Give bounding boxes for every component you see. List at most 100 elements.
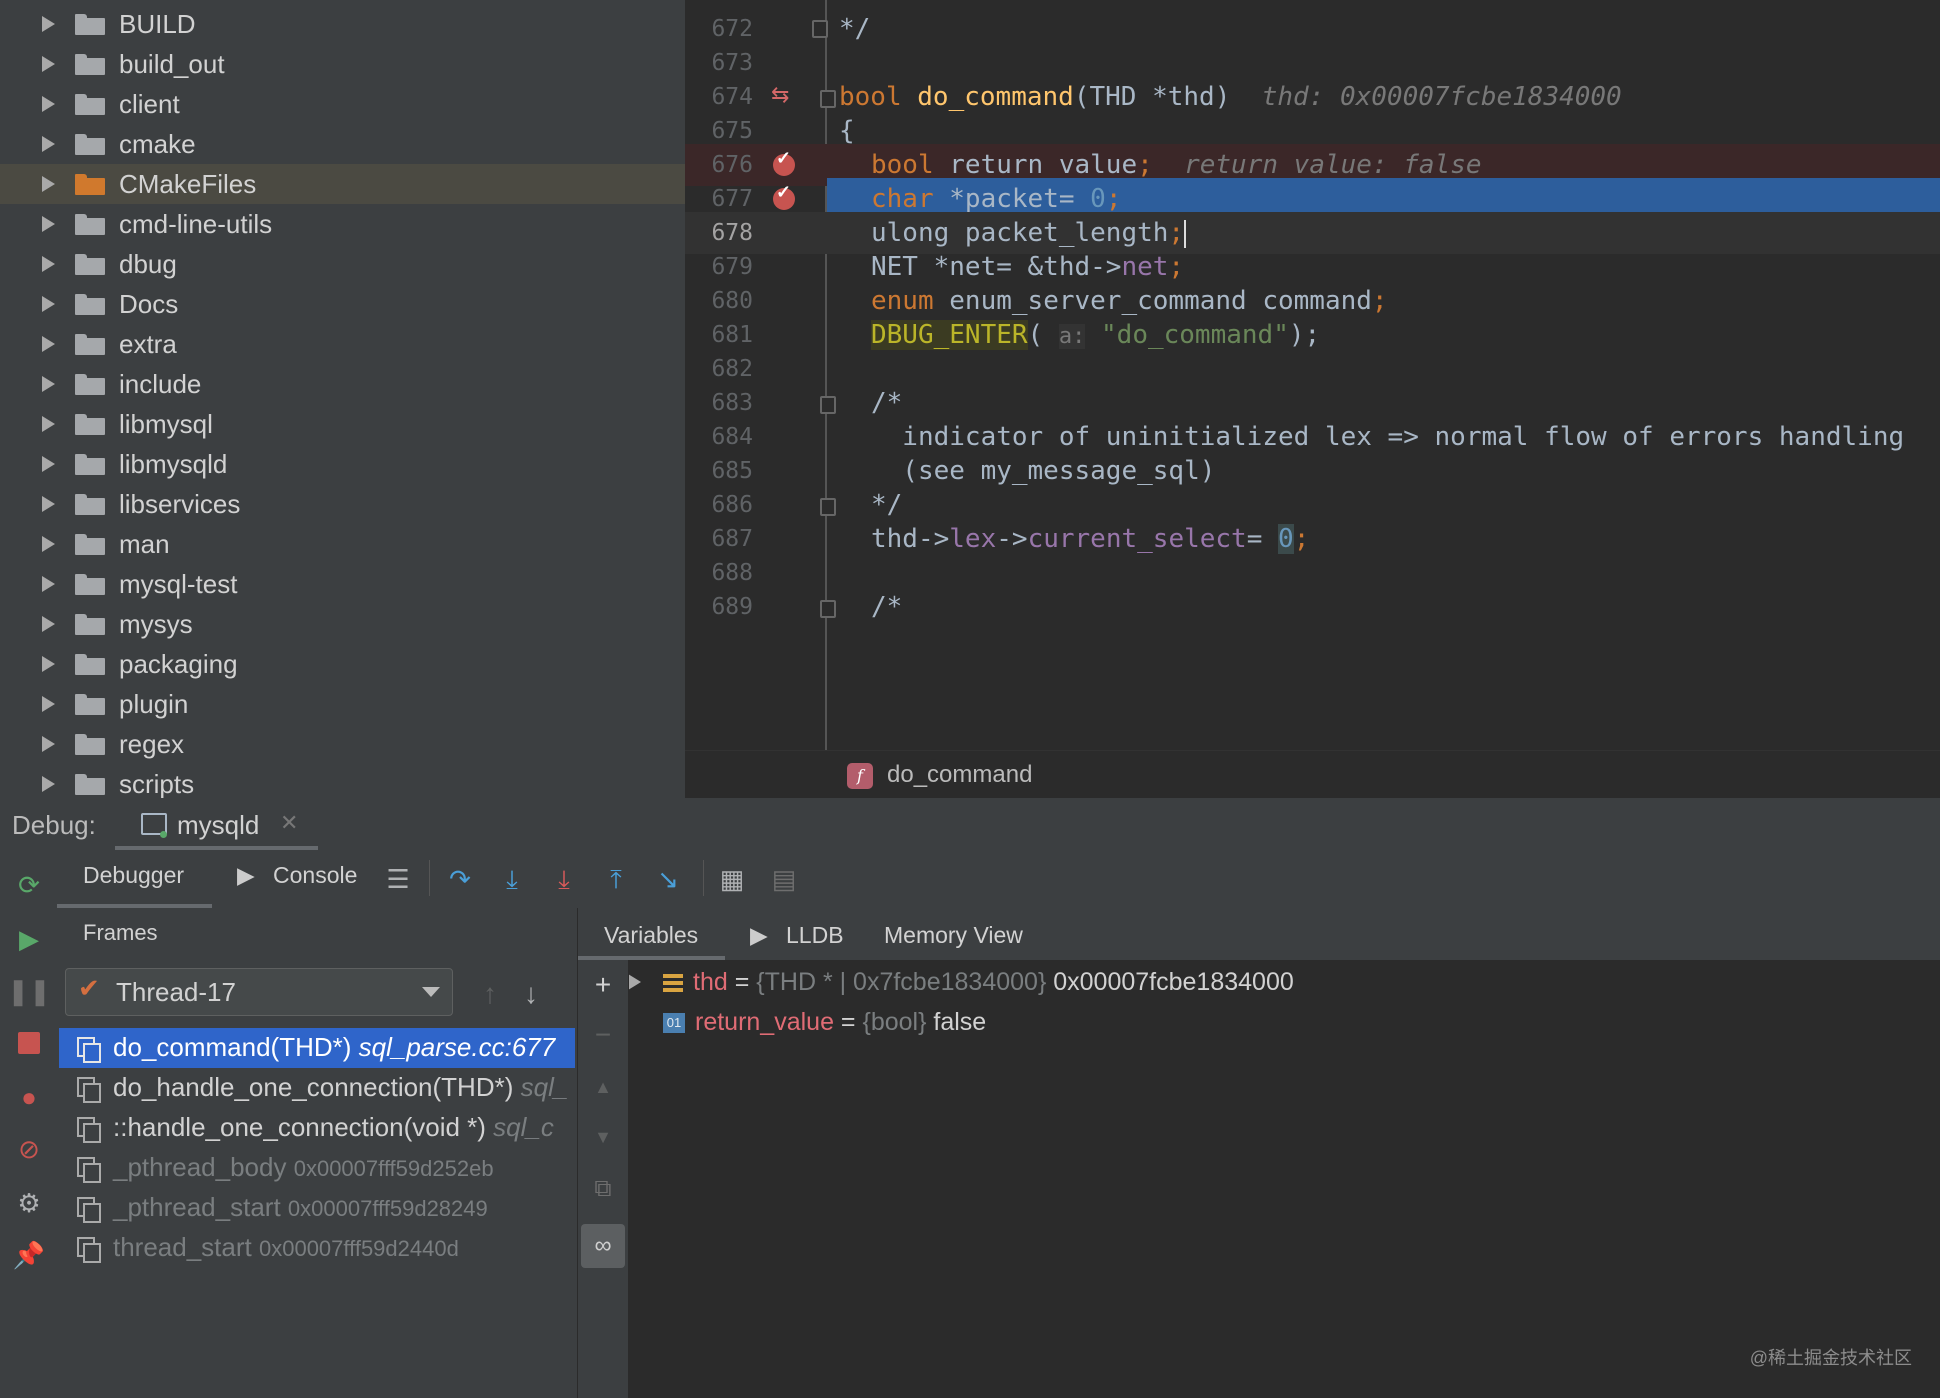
tree-folder-item[interactable]: extra bbox=[0, 324, 685, 364]
fold-marker-icon[interactable] bbox=[820, 396, 836, 414]
tree-folder-item[interactable]: scripts bbox=[0, 764, 685, 798]
frame-address: 0x00007fff59d2440d bbox=[258, 1236, 459, 1261]
arrow-down-icon[interactable]: ↓ bbox=[524, 978, 538, 1010]
tree-folder-item[interactable]: include bbox=[0, 364, 685, 404]
breakpoint-icon[interactable] bbox=[773, 148, 795, 176]
breakpoint-icon[interactable] bbox=[773, 182, 795, 210]
tree-folder-item[interactable]: plugin bbox=[0, 684, 685, 724]
expand-arrow-icon[interactable] bbox=[42, 576, 55, 592]
run-to-cursor-icon[interactable]: ↘ bbox=[653, 864, 683, 894]
step-over-icon[interactable]: ↷ bbox=[445, 864, 475, 894]
step-into-icon[interactable]: ⤓ bbox=[497, 864, 527, 894]
tree-folder-item[interactable]: cmake bbox=[0, 124, 685, 164]
expand-arrow-icon[interactable] bbox=[42, 536, 55, 552]
editor-breadcrumb[interactable]: f do_command bbox=[685, 750, 1940, 799]
evaluate-expression-icon[interactable]: ▦ bbox=[717, 864, 747, 894]
expand-arrow-icon[interactable] bbox=[42, 696, 55, 712]
struct-icon bbox=[663, 974, 683, 993]
tree-folder-item[interactable]: cmd-line-utils bbox=[0, 204, 685, 244]
copy-icon[interactable]: ⧉ bbox=[588, 1174, 618, 1204]
tree-folder-item[interactable]: libmysql bbox=[0, 404, 685, 444]
code-line[interactable]: 689 /* bbox=[685, 586, 1940, 628]
tree-folder-item[interactable]: Docs bbox=[0, 284, 685, 324]
stack-frame[interactable]: thread_start 0x00007fff59d2440d bbox=[59, 1228, 577, 1268]
fold-marker-icon[interactable] bbox=[820, 600, 836, 618]
debug-session-tab[interactable]: mysqld ✕ bbox=[115, 798, 318, 850]
mute-breakpoints-icon[interactable]: ⊘ bbox=[14, 1134, 44, 1164]
expand-arrow-icon[interactable] bbox=[42, 96, 55, 112]
tab-debugger[interactable]: Debugger bbox=[83, 862, 184, 889]
folder-icon bbox=[75, 613, 105, 635]
expand-arrow-icon[interactable] bbox=[42, 376, 55, 392]
add-watch-icon[interactable]: + bbox=[588, 970, 618, 1000]
force-step-into-icon[interactable]: ⤓ bbox=[549, 864, 579, 894]
move-down-icon[interactable]: ▼ bbox=[588, 1122, 618, 1152]
stack-frame[interactable]: _pthread_body 0x00007fff59d252eb bbox=[59, 1148, 577, 1188]
thread-selector[interactable]: ✔ Thread-17 bbox=[65, 968, 453, 1016]
remove-watch-icon[interactable]: − bbox=[588, 1020, 618, 1050]
tab-lldb[interactable]: LLDB bbox=[786, 922, 844, 949]
rerun-icon[interactable]: ⟳ bbox=[14, 870, 44, 900]
fold-marker-icon[interactable] bbox=[812, 20, 828, 38]
breadcrumb-function[interactable]: do_command bbox=[887, 761, 1032, 789]
expand-arrow-icon[interactable] bbox=[42, 16, 55, 32]
pause-icon[interactable]: ❚❚ bbox=[7, 976, 51, 1006]
stop-icon[interactable] bbox=[14, 1028, 44, 1058]
expand-arrow-icon[interactable] bbox=[42, 456, 55, 472]
expand-arrow-icon[interactable] bbox=[42, 296, 55, 312]
tree-folder-item[interactable]: regex bbox=[0, 724, 685, 764]
pin-icon[interactable]: 📌 bbox=[13, 1240, 45, 1270]
fold-marker-icon[interactable] bbox=[820, 498, 836, 516]
tree-folder-item[interactable]: dbug bbox=[0, 244, 685, 284]
variable-row[interactable]: 01 return_value = {bool} false bbox=[663, 1008, 986, 1048]
override-arrows-icon[interactable]: ⇆ bbox=[771, 82, 789, 108]
trace-icon[interactable]: ▤ bbox=[769, 864, 799, 894]
tree-folder-item[interactable]: libservices bbox=[0, 484, 685, 524]
tab-console[interactable]: Console bbox=[273, 862, 357, 889]
expand-arrow-icon[interactable] bbox=[42, 736, 55, 752]
variable-row[interactable]: thd = {THD * | 0x7fcbe1834000} 0x00007fc… bbox=[628, 968, 1294, 1008]
expand-arrow-icon[interactable] bbox=[42, 656, 55, 672]
stack-frame[interactable]: ::handle_one_connection(void *) sql_c bbox=[59, 1108, 577, 1148]
stack-frame[interactable]: do_command(THD*) sql_parse.cc:677 bbox=[59, 1028, 575, 1068]
tab-memory-view[interactable]: Memory View bbox=[884, 922, 1023, 949]
folder-icon bbox=[75, 213, 105, 235]
show-execution-point-icon[interactable]: ☰ bbox=[383, 864, 413, 894]
tree-folder-item[interactable]: BUILD bbox=[0, 4, 685, 44]
arrow-up-icon[interactable]: ↑ bbox=[483, 978, 497, 1010]
expand-arrow-icon[interactable] bbox=[42, 56, 55, 72]
expand-arrow-icon[interactable] bbox=[42, 176, 55, 192]
expand-arrow-icon[interactable] bbox=[42, 136, 55, 152]
watches-glasses-icon[interactable]: ∞ bbox=[581, 1224, 625, 1268]
view-breakpoints-icon[interactable]: ● bbox=[14, 1082, 44, 1112]
expand-arrow-icon[interactable] bbox=[42, 216, 55, 232]
expand-arrow-icon[interactable] bbox=[628, 974, 641, 990]
step-out-icon[interactable]: ⤒ bbox=[601, 864, 631, 894]
tab-variables[interactable]: Variables bbox=[604, 922, 698, 949]
stack-frame[interactable]: _pthread_start 0x00007fff59d28249 bbox=[59, 1188, 577, 1228]
expand-arrow-icon[interactable] bbox=[42, 256, 55, 272]
tree-folder-item[interactable]: build_out bbox=[0, 44, 685, 84]
expand-arrow-icon[interactable] bbox=[42, 496, 55, 512]
expand-arrow-icon[interactable] bbox=[42, 616, 55, 632]
tree-folder-item[interactable]: man bbox=[0, 524, 685, 564]
tree-folder-item[interactable]: CMakeFiles bbox=[0, 164, 685, 204]
fold-marker-icon[interactable] bbox=[820, 90, 836, 108]
tree-folder-item[interactable]: packaging bbox=[0, 644, 685, 684]
folder-icon bbox=[75, 773, 105, 795]
gear-icon[interactable]: ⚙ bbox=[14, 1188, 44, 1218]
tree-folder-item[interactable]: mysys bbox=[0, 604, 685, 644]
expand-arrow-icon[interactable] bbox=[42, 416, 55, 432]
expand-arrow-icon[interactable] bbox=[42, 336, 55, 352]
code-editor[interactable]: 672 */ 673 674 ⇆ bool do_command(THD *th… bbox=[685, 0, 1940, 750]
move-up-icon[interactable]: ▲ bbox=[588, 1072, 618, 1102]
folder-name: libmysql bbox=[119, 408, 213, 439]
frame-location: sql_c bbox=[493, 1112, 554, 1142]
stack-frame[interactable]: do_handle_one_connection(THD*) sql_ bbox=[59, 1068, 577, 1108]
resume-icon[interactable]: ▶ bbox=[14, 924, 44, 954]
close-icon[interactable]: ✕ bbox=[280, 810, 298, 836]
tree-folder-item[interactable]: libmysqld bbox=[0, 444, 685, 484]
expand-arrow-icon[interactable] bbox=[42, 776, 55, 792]
tree-folder-item[interactable]: mysql-test bbox=[0, 564, 685, 604]
tree-folder-item[interactable]: client bbox=[0, 84, 685, 124]
